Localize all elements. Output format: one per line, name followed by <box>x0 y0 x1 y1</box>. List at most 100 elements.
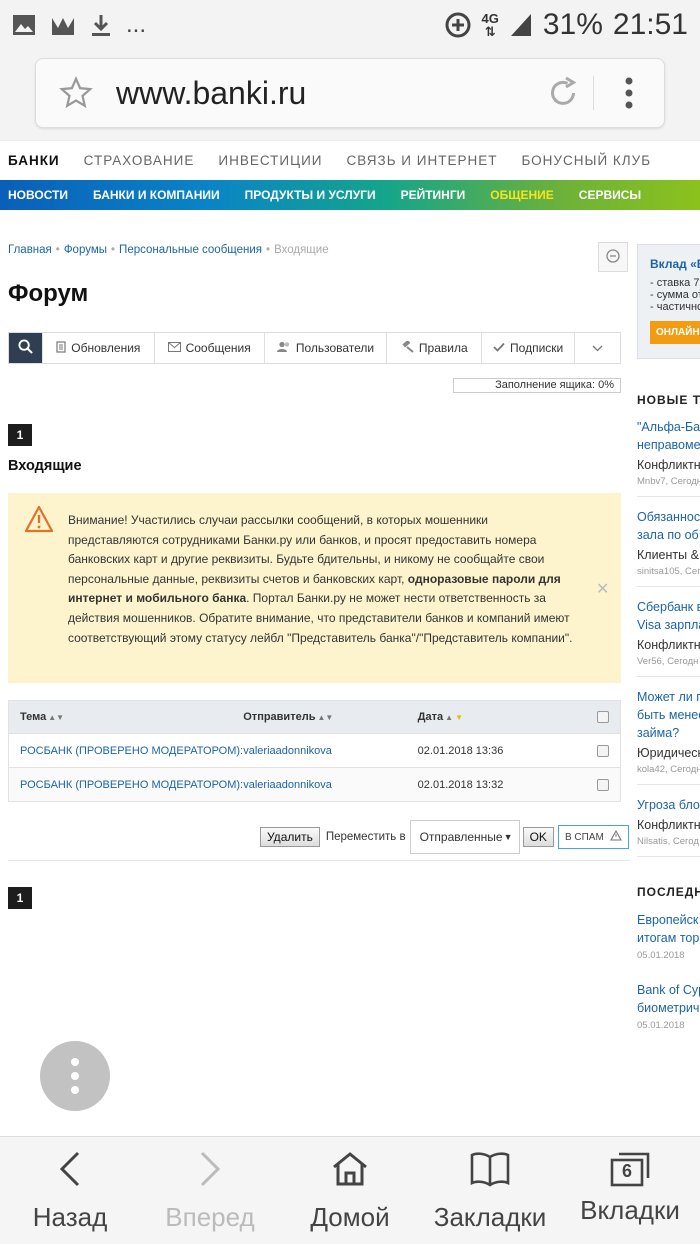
select-all-checkbox[interactable] <box>596 711 609 723</box>
forum-search-button[interactable] <box>9 333 42 363</box>
pager-page-top[interactable]: 1 <box>8 424 32 446</box>
book-icon <box>470 1151 510 1194</box>
column-sender[interactable]: Отправитель ▲▼ <box>243 711 417 723</box>
tab-rules[interactable]: Правила <box>386 333 481 363</box>
breadcrumb-pm[interactable]: Персональные сообщения <box>119 244 262 256</box>
ok-button[interactable]: OK <box>522 827 554 847</box>
tabs-icon: 6 <box>609 1151 651 1187</box>
message-sender-link[interactable]: valeriaadonnikova <box>243 779 417 791</box>
list-item[interactable]: "Альфа-Бан неправоме Конфликтн Mnbv7, Се… <box>637 407 700 497</box>
chevron-down-icon <box>592 341 603 355</box>
column-date[interactable]: Дата ▲ ▼ <box>418 711 585 723</box>
document-icon <box>56 340 66 356</box>
nav-communication[interactable]: ОБЩЕНИЕ <box>490 188 554 202</box>
back-button[interactable]: Назад <box>0 1137 140 1244</box>
section-title: Входящие <box>8 458 82 474</box>
row-checkbox[interactable] <box>596 744 609 757</box>
url-text[interactable]: www.banki.ru <box>116 75 533 112</box>
home-button[interactable]: Домой <box>280 1137 420 1244</box>
promo-line: - ставка 7,2 <box>650 277 700 289</box>
bookmarks-button[interactable]: Закладки <box>420 1137 560 1244</box>
clock: 21:51 <box>612 8 688 41</box>
topnav-telecom[interactable]: СВЯЗЬ И ИНТЕРНЕТ <box>346 153 497 168</box>
page-title: Форум <box>8 280 89 307</box>
message-sender-link[interactable]: valeriaadonnikova <box>243 745 417 757</box>
browser-bottom-toolbar: Назад Вперед Домой Закладки 6 Вкладки <box>0 1136 700 1244</box>
app-logo-icon <box>50 14 76 36</box>
promo-line: - сумма от <box>650 289 700 301</box>
message-date: 02.01.2018 13:32 <box>417 778 504 791</box>
dot-icon <box>71 1072 79 1080</box>
image-icon <box>12 14 36 36</box>
data-saver-icon <box>444 11 472 39</box>
pager-page-bottom[interactable]: 1 <box>8 887 32 909</box>
spam-button[interactable]: В СПАМ <box>557 825 629 849</box>
topnav-bonus-club[interactable]: БОНУСНЫЙ КЛУБ <box>521 153 651 168</box>
move-to-label: Переместить в <box>325 831 406 843</box>
promo-line: - частично <box>650 301 700 313</box>
breadcrumb-home[interactable]: Главная <box>8 244 52 256</box>
message-subject-link[interactable]: РОСБАНК (ПРОВЕРЕНО МОДЕРАТОРОМ): <box>9 745 243 757</box>
deposit-promo[interactable]: Вклад «Е - ставка 7,2 - сумма от - части… <box>637 244 700 359</box>
battery-level: 31% <box>542 8 603 41</box>
users-icon <box>276 341 291 356</box>
tab-messages[interactable]: Сообщения <box>153 333 264 363</box>
list-item[interactable]: Угроза бло Конфликтн Nilsatis, Сегод <box>637 785 700 857</box>
fraud-warning-box: Внимание! Участились случаи рассылки соо… <box>8 493 621 683</box>
network-type: 4G ⇅ <box>481 11 499 39</box>
floating-menu-button[interactable] <box>40 1041 110 1111</box>
breadcrumb-forums[interactable]: Форумы <box>64 244 107 256</box>
list-item[interactable]: Сбербанк в Visa зарпла Конфликтн Ver56, … <box>637 587 700 677</box>
promo-title[interactable]: Вклад «Е <box>650 257 700 271</box>
search-icon <box>18 339 33 357</box>
column-subject[interactable]: Тема ▲▼ <box>9 711 243 723</box>
delete-button[interactable]: Удалить <box>260 827 320 847</box>
collapse-sidebar-button[interactable] <box>598 242 628 272</box>
sort-icon[interactable]: ▲▼ <box>445 713 463 722</box>
promo-online-button[interactable]: ОНЛАЙН <box>650 321 700 344</box>
table-header: Тема ▲▼ Отправитель ▲▼ Дата ▲ ▼ <box>9 701 620 733</box>
breadcrumb: Главная • Форумы • Персональные сообщения • Вх… <box>8 244 329 256</box>
nav-banks-companies[interactable]: БАНКИ И КОМПАНИИ <box>93 188 220 202</box>
tabs-button[interactable]: 6 Вкладки <box>560 1137 700 1244</box>
site-top-nav: БАНКИ СТРАХОВАНИЕ ИНВЕСТИЦИИ СВЯЗЬ И ИНТ… <box>0 140 700 180</box>
chevron-left-icon <box>58 1151 82 1194</box>
star-icon[interactable] <box>36 76 116 110</box>
sort-icon[interactable]: ▲▼ <box>48 713 64 722</box>
dot-icon <box>71 1058 79 1066</box>
topnav-investments[interactable]: ИНВЕСТИЦИИ <box>218 153 322 168</box>
message-subject-link[interactable]: РОСБАНК (ПРОВЕРЕНО МОДЕРАТОРОМ): <box>9 779 243 791</box>
nav-news[interactable]: НОВОСТИ <box>8 188 68 202</box>
message-date: 02.01.2018 13:36 <box>417 744 504 757</box>
nav-ratings[interactable]: РЕЙТИНГИ <box>401 188 466 202</box>
envelope-icon <box>167 341 181 355</box>
row-checkbox[interactable] <box>596 778 609 791</box>
nav-services[interactable]: СЕРВИСЫ <box>579 188 641 202</box>
list-item[interactable]: Обязанност зала по об Клиенты & sinitsa1… <box>637 497 700 587</box>
tab-subscriptions[interactable]: Подписки <box>481 333 574 363</box>
new-topics-heading: НОВЫЕ ТЕ <box>637 393 700 407</box>
topnav-banks[interactable]: БАНКИ <box>8 153 60 168</box>
close-icon[interactable]: ✕ <box>596 579 609 599</box>
folder-select[interactable]: Отправленные ▼ <box>409 820 520 854</box>
list-item[interactable]: Может ли п быть менее займа? Юридическ k… <box>637 677 700 785</box>
list-item[interactable]: Европейск итогам тор 05.01.2018 <box>637 899 700 961</box>
reload-icon[interactable] <box>533 75 593 111</box>
forum-tabs: Обновления Сообщения Пользователи Правил… <box>8 332 621 364</box>
topnav-insurance[interactable]: СТРАХОВАНИЕ <box>84 153 195 168</box>
forward-button[interactable]: Вперед <box>140 1137 280 1244</box>
divider <box>8 860 630 861</box>
browser-menu-icon[interactable] <box>594 76 664 110</box>
list-item[interactable]: Bank of Cyp биометрич 05.01.2018 <box>637 961 700 1031</box>
tab-users[interactable]: Пользователи <box>263 333 387 363</box>
nav-products[interactable]: ПРОДУКТЫ И УСЛУГИ <box>245 188 376 202</box>
address-bar[interactable]: www.banki.ru <box>35 58 665 128</box>
sort-icon[interactable]: ▲▼ <box>317 713 333 722</box>
tabs-more-dropdown[interactable] <box>574 333 620 363</box>
signal-icon <box>509 12 533 38</box>
status-bar: ... 4G ⇅ 31% 21:51 <box>0 0 700 50</box>
latest-news-heading: ПОСЛЕДН <box>637 885 700 899</box>
tab-updates[interactable]: Обновления <box>41 333 154 363</box>
right-sidebar: Вклад «Е - ставка 7,2 - сумма от - части… <box>637 244 700 1031</box>
home-icon <box>331 1151 369 1194</box>
